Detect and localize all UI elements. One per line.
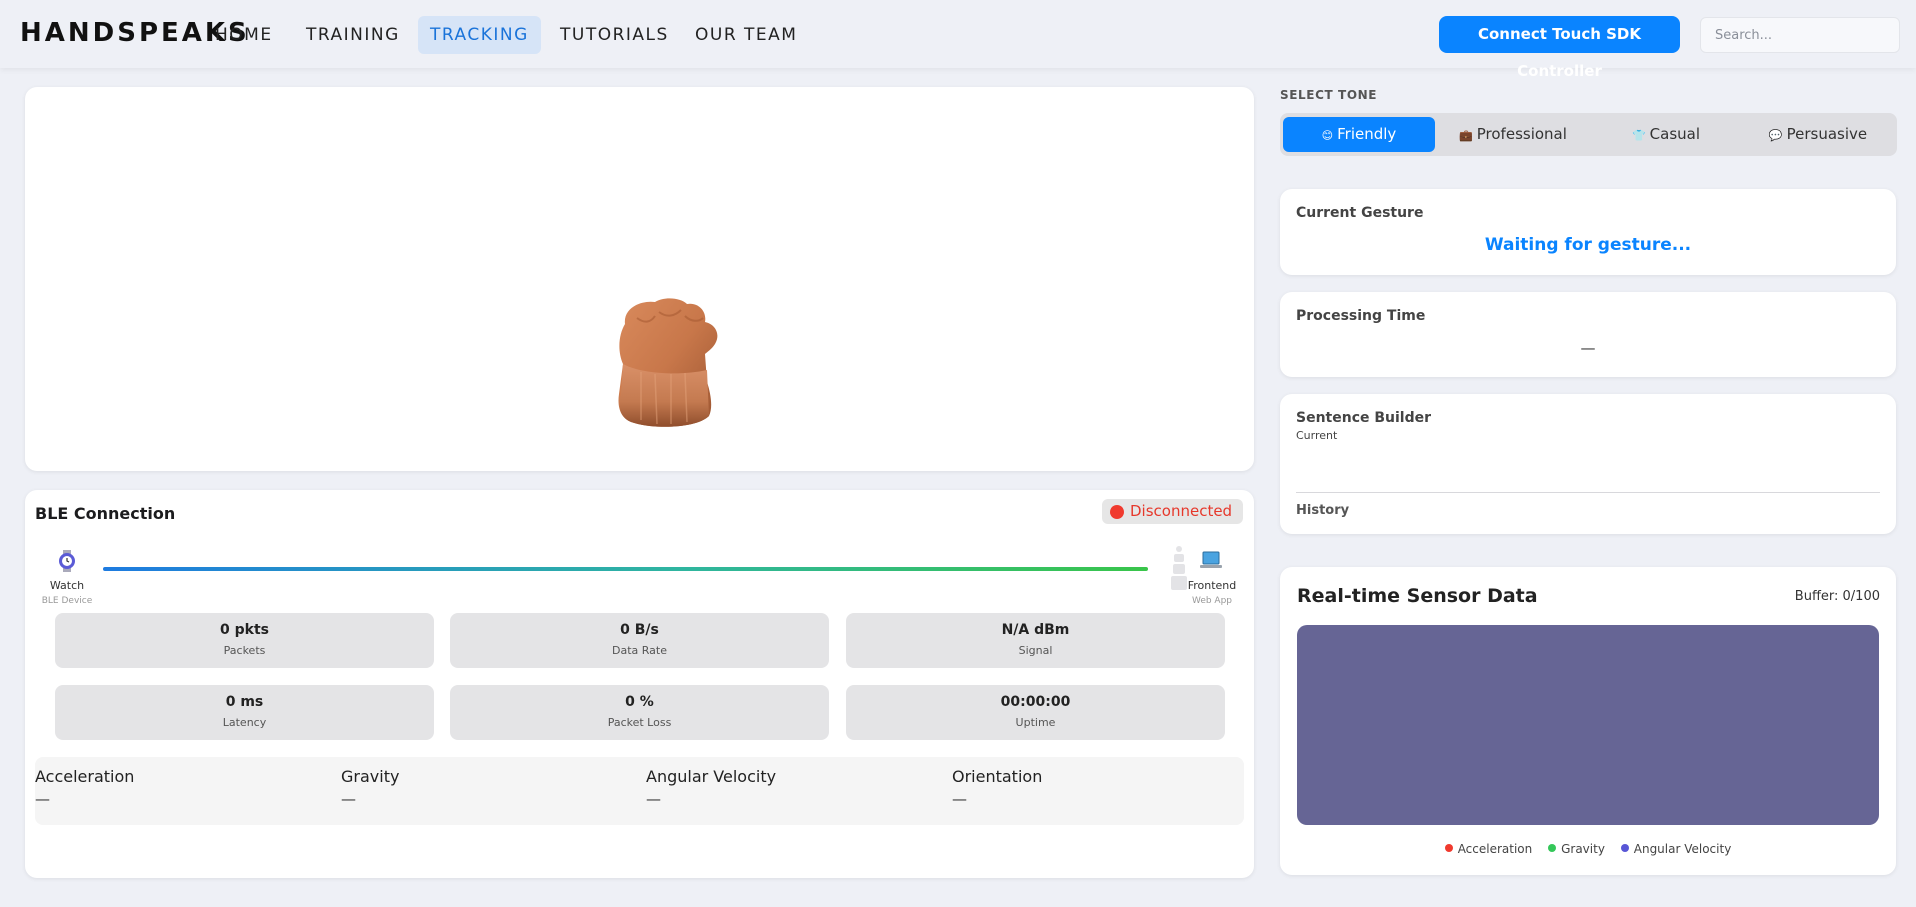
motion-acceleration-value: — (35, 790, 50, 808)
tone-casual[interactable]: 👕 Casual (1590, 117, 1742, 152)
sensor-data-title: Real-time Sensor Data (1297, 585, 1538, 607)
tone-persuasive-label: Persuasive (1786, 125, 1868, 143)
buffer-count: Buffer: 0/100 (1794, 589, 1880, 604)
hand-model-icon (618, 298, 718, 427)
stat-packet-loss-value: 0 % (625, 694, 654, 710)
motion-acceleration-label: Acceleration (35, 767, 135, 786)
motion-angular-velocity: Angular Velocity — (646, 767, 946, 808)
tone-professional-label: Professional (1476, 125, 1567, 143)
current-gesture-card: Current Gesture Waiting for gesture... (1280, 189, 1896, 275)
stat-uptime-value: 00:00:00 (1000, 694, 1071, 710)
sentence-divider (1296, 492, 1880, 493)
stat-latency-label: Latency (222, 716, 267, 729)
sensor-data-card: Real-time Sensor Data Buffer: 0/100 Acce… (1280, 567, 1896, 875)
tone-friendly[interactable]: 😊 Friendly (1283, 117, 1435, 152)
legend-dot-icon (1444, 844, 1453, 852)
stat-latency: 0 ms Latency (55, 685, 434, 740)
tone-friendly-label: Friendly (1337, 125, 1397, 143)
motion-orientation: Orientation — (952, 767, 1252, 808)
current-gesture-title: Current Gesture (1296, 205, 1424, 221)
connection-status-text: Disconnected (1130, 502, 1233, 520)
shirt-icon: 👕 (1631, 129, 1646, 142)
nav-training[interactable]: TRAINING (294, 16, 412, 54)
stat-packet-loss: 0 % Packet Loss (450, 685, 829, 740)
sensor-legend: Acceleration Gravity Angular Velocity (1280, 842, 1896, 856)
status-dot-icon (1110, 505, 1124, 519)
nav-tutorials[interactable]: TUTORIALS (548, 16, 681, 54)
motion-acceleration: Acceleration — (35, 767, 335, 808)
stat-packet-loss-label: Packet Loss (607, 716, 672, 729)
tone-persuasive[interactable]: 💬 Persuasive (1742, 117, 1894, 152)
legend-acceleration-label: Acceleration (1457, 842, 1533, 856)
motion-orientation-value: — (952, 790, 967, 808)
gesture-status: Waiting for gesture... (1484, 235, 1692, 255)
sentence-builder-card: Sentence Builder Current History (1280, 394, 1896, 534)
ble-connection-panel: BLE Connection Disconnected Watch BLE De… (25, 490, 1254, 878)
sentence-current-label: Current (1296, 429, 1338, 442)
speech-bubble-icon: 💬 (1768, 129, 1783, 142)
stat-data-rate-value: 0 B/s (620, 622, 659, 638)
nav-home[interactable]: HOME (203, 16, 285, 54)
motion-orientation-label: Orientation (952, 767, 1043, 786)
processing-time-value: — (1580, 339, 1596, 357)
connection-link-line (103, 567, 1148, 571)
legend-angular-velocity: Angular Velocity (1620, 842, 1732, 856)
stat-uptime-label: Uptime (1015, 716, 1056, 729)
stat-signal: N/A dBm Signal (846, 613, 1225, 668)
processing-time-title: Processing Time (1296, 308, 1426, 324)
watch-label: Watch (49, 579, 85, 592)
sentence-history-label: History (1296, 503, 1350, 518)
sensor-plot-canvas[interactable] (1297, 625, 1879, 825)
tone-casual-label: Casual (1649, 125, 1701, 143)
search-input[interactable] (1700, 17, 1900, 53)
motion-gravity-label: Gravity (341, 767, 400, 786)
motion-angular-velocity-label: Angular Velocity (646, 767, 777, 786)
stat-packets-label: Packets (223, 644, 266, 657)
motion-angular-velocity-value: — (646, 790, 661, 808)
legend-dot-icon (1548, 844, 1557, 852)
nav-tracking[interactable]: TRACKING (418, 16, 541, 54)
stat-packets: 0 pkts Packets (55, 613, 434, 668)
legend-angular-velocity-label: Angular Velocity (1633, 842, 1732, 856)
tone-section-label: SELECT TONE (1280, 88, 1378, 102)
sentence-builder-title: Sentence Builder (1296, 410, 1432, 426)
tone-professional[interactable]: 💼 Professional (1437, 117, 1589, 152)
legend-dot-icon (1620, 844, 1629, 852)
hand-3d-viewport[interactable] (25, 87, 1254, 471)
connection-status-badge: Disconnected (1102, 499, 1243, 524)
motion-gravity-value: — (341, 790, 356, 808)
stat-latency-value: 0 ms (225, 694, 264, 710)
stat-packets-value: 0 pkts (220, 622, 269, 638)
stat-uptime: 00:00:00 Uptime (846, 685, 1225, 740)
top-nav: HANDSPEAKS HOME TRAINING TRACKING TUTORI… (0, 0, 1916, 80)
connect-controller-button[interactable]: Connect Touch SDK Controller (1439, 16, 1680, 80)
frontend-label: Frontend (1187, 579, 1237, 592)
watch-sublabel: BLE Device (41, 596, 93, 606)
legend-gravity: Gravity (1548, 842, 1605, 856)
legend-gravity-label: Gravity (1561, 842, 1605, 856)
stat-data-rate-label: Data Rate (612, 644, 667, 657)
motion-gravity: Gravity — (341, 767, 641, 808)
stat-signal-label: Signal (1018, 644, 1053, 657)
watch-icon (59, 550, 75, 572)
ble-title: BLE Connection (35, 504, 176, 523)
nav-our-team[interactable]: OUR TEAM (683, 16, 809, 54)
tone-selector: 😊 Friendly 💼 Professional 👕 Casual 💬 Persuas… (1280, 113, 1897, 156)
motion-readouts: Acceleration — Gravity — Angular Velocit… (35, 757, 1244, 825)
processing-time-card: Processing Time — (1280, 292, 1896, 377)
stat-signal-value: N/A dBm (1001, 622, 1070, 638)
frontend-sublabel: Web App (1191, 596, 1233, 606)
laptop-icon (1200, 551, 1222, 568)
legend-acceleration: Acceleration (1444, 842, 1533, 856)
stat-data-rate: 0 B/s Data Rate (450, 613, 829, 668)
briefcase-icon: 💼 (1459, 129, 1473, 142)
smile-icon: 😊 (1321, 129, 1334, 142)
